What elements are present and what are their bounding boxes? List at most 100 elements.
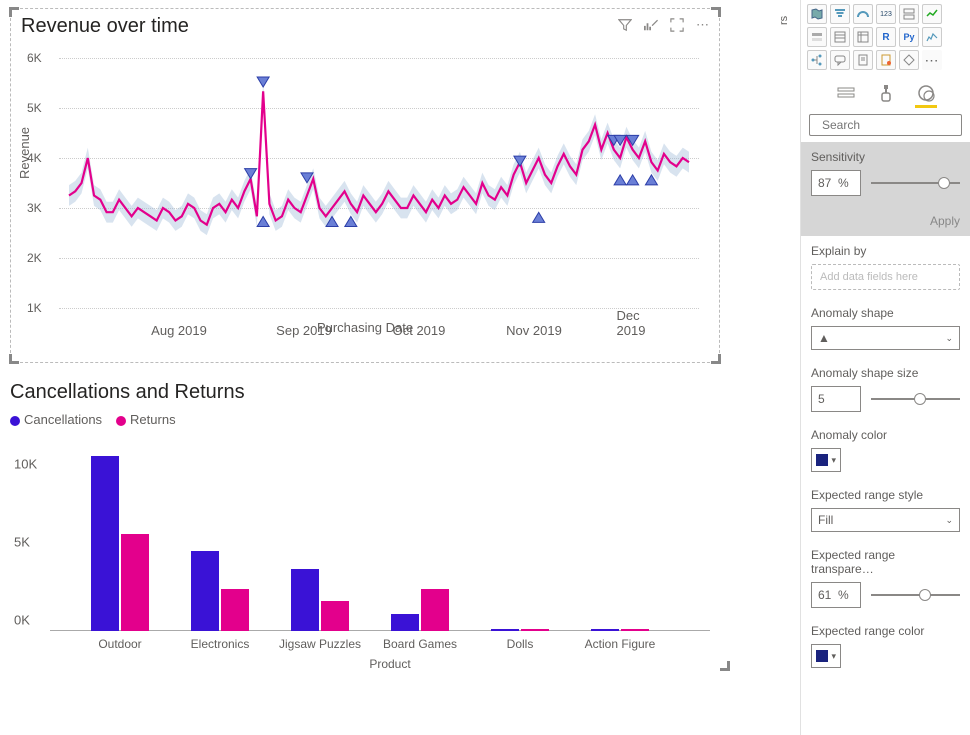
collapsed-pane-tab[interactable]: rs <box>778 0 798 40</box>
section-label: Expected range transpare… <box>811 548 960 576</box>
bar-group[interactable] <box>280 569 360 631</box>
viz-narrative-icon[interactable] <box>853 50 873 70</box>
format-tab-icon[interactable] <box>875 82 897 104</box>
viz-r-icon[interactable]: R <box>876 27 896 47</box>
section-label: Expected range style <box>811 488 960 502</box>
visual-revenue-over-time[interactable]: Revenue over time ⋯ Revenue 6K 5K 4K 3K … <box>10 8 720 363</box>
bar[interactable] <box>191 551 219 631</box>
bar-group[interactable] <box>180 551 260 631</box>
bar[interactable] <box>121 534 149 631</box>
range-transp-slider[interactable] <box>871 594 960 596</box>
x-tick: Dolls <box>507 637 534 651</box>
y-tick: 6K <box>27 51 42 65</box>
search-box[interactable] <box>809 114 962 136</box>
viz-decomposition-icon[interactable] <box>807 50 827 70</box>
section-label: Explain by <box>811 244 960 258</box>
sensitivity-input[interactable]: 87 % <box>811 170 861 196</box>
bar[interactable] <box>421 589 449 631</box>
x-tick: Electronics <box>191 637 250 651</box>
chart-title: Revenue over time <box>11 9 719 40</box>
bar[interactable] <box>291 569 319 631</box>
viz-table-icon[interactable] <box>830 27 850 47</box>
viz-paginated-icon[interactable] <box>876 50 896 70</box>
section-label: Anomaly color <box>811 428 960 442</box>
bar[interactable] <box>621 629 649 631</box>
y-tick: 2K <box>27 251 42 265</box>
anomaly-color-picker[interactable]: ▾ <box>811 448 841 472</box>
search-input[interactable] <box>822 118 970 132</box>
viz-get-more-icon[interactable]: ⋯ <box>922 50 942 70</box>
anomaly-shape-dropdown[interactable]: ▲ ⌄ <box>811 326 960 350</box>
bar-group[interactable] <box>480 629 560 631</box>
bar[interactable] <box>491 629 519 631</box>
legend-item[interactable]: Cancellations <box>10 412 102 427</box>
viz-type-gallery: 123 R Py ⋯ <box>801 0 970 76</box>
y-tick: 5K <box>27 101 42 115</box>
explain-by-field-well[interactable]: Add data fields here <box>811 264 960 290</box>
bar-plot-area: 0K 5K 10K OutdoorElectronicsJigsaw Puzzl… <box>50 445 710 645</box>
selection-corner <box>711 7 721 17</box>
x-tick: Oct 2019 <box>393 323 446 338</box>
chevron-down-icon: ▾ <box>831 455 836 466</box>
selection-corner <box>9 7 19 17</box>
range-transp-input[interactable]: 61 % <box>811 582 861 608</box>
apply-button[interactable]: Apply <box>930 214 960 228</box>
sensitivity-slider[interactable] <box>871 182 960 184</box>
viz-python-icon[interactable]: Py <box>899 27 919 47</box>
focus-mode-icon[interactable] <box>669 17 685 33</box>
bar[interactable] <box>91 456 119 631</box>
dropdown-value: ▲ <box>818 331 830 345</box>
analytics-tab-icon[interactable] <box>915 82 937 104</box>
bar-group[interactable] <box>380 589 460 631</box>
chart-title: Cancellations and Returns <box>10 381 730 404</box>
chart-legend: Cancellations Returns <box>10 412 730 427</box>
bar-group[interactable] <box>580 629 660 631</box>
y-tick: 3K <box>27 201 42 215</box>
bar[interactable] <box>521 629 549 631</box>
bar[interactable] <box>321 601 349 631</box>
viz-kpi-icon[interactable] <box>922 4 942 24</box>
section-label: Anomaly shape <box>811 306 960 320</box>
viz-slicer-icon[interactable] <box>807 27 827 47</box>
viz-matrix-icon[interactable] <box>853 27 873 47</box>
bar-group[interactable] <box>80 456 160 631</box>
range-color-picker[interactable]: ▾ <box>811 644 841 668</box>
explain-by-section: Explain by Add data fields here <box>801 236 970 298</box>
shape-size-slider[interactable] <box>871 398 960 400</box>
filter-icon[interactable] <box>617 17 633 33</box>
selection-corner <box>9 354 19 364</box>
resize-handle[interactable] <box>720 661 730 671</box>
dropdown-value: Fill <box>818 513 833 527</box>
viz-key-influencers-icon[interactable] <box>922 27 942 47</box>
range-style-dropdown[interactable]: Fill ⌄ <box>811 508 960 532</box>
expected-range-style-section: Expected range style Fill ⌄ <box>801 480 970 540</box>
y-tick: 5K <box>14 535 30 550</box>
anomaly-shape-size-section: Anomaly shape size 5 <box>801 358 970 420</box>
bar[interactable] <box>391 614 419 631</box>
chevron-down-icon: ⌄ <box>945 515 953 526</box>
viz-filled-map-icon[interactable] <box>807 4 827 24</box>
chart-plot-area: 6K 5K 4K 3K 2K 1K Aug 2019 Sep 2019 Oct … <box>59 48 699 318</box>
viz-powerapps-icon[interactable] <box>899 50 919 70</box>
x-tick: Outdoor <box>98 637 141 651</box>
expected-range-transparency-section: Expected range transpare… 61 % <box>801 540 970 616</box>
x-tick: Sep 2019 <box>276 323 332 338</box>
visual-cancellations-returns[interactable]: Cancellations and Returns Cancellations … <box>10 381 730 671</box>
legend-item[interactable]: Returns <box>116 412 176 427</box>
line-chart-svg <box>59 48 699 318</box>
section-label: Sensitivity <box>811 150 960 164</box>
viz-card-icon[interactable]: 123 <box>876 4 896 24</box>
viz-qna-icon[interactable] <box>830 50 850 70</box>
shape-size-input[interactable]: 5 <box>811 386 861 412</box>
chart-pencil-icon[interactable] <box>643 17 659 33</box>
sensitivity-section: Sensitivity 87 % Apply <box>801 142 970 236</box>
bar[interactable] <box>591 629 619 631</box>
viz-funnel-icon[interactable] <box>830 4 850 24</box>
fields-tab-icon[interactable] <box>835 82 857 104</box>
bar[interactable] <box>221 589 249 631</box>
viz-gauge-icon[interactable] <box>853 4 873 24</box>
more-options-icon[interactable]: ⋯ <box>695 17 711 33</box>
viz-multirow-card-icon[interactable] <box>899 4 919 24</box>
x-tick: Action Figure <box>585 637 656 651</box>
anomaly-shape-section: Anomaly shape ▲ ⌄ <box>801 298 970 358</box>
